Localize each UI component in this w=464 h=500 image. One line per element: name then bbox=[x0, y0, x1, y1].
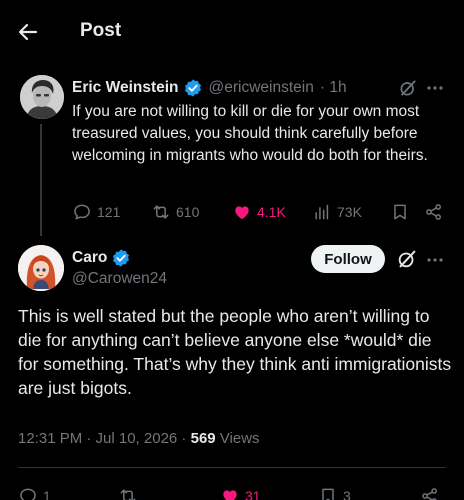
post-meta: 12:31 PM · Jul 10, 2026 · 569 Views bbox=[18, 430, 260, 447]
reply-button[interactable]: 1 bbox=[18, 484, 51, 500]
like-count: 31 bbox=[245, 488, 261, 500]
view-count: 569 bbox=[190, 430, 216, 447]
bookmark-count: 3 bbox=[343, 488, 351, 500]
share-icon bbox=[426, 204, 441, 220]
bookmark-icon bbox=[322, 488, 334, 500]
bookmark-button[interactable] bbox=[390, 200, 415, 224]
repost-icon bbox=[153, 205, 169, 219]
author-handle[interactable]: @ericweinstein bbox=[209, 79, 314, 97]
author-handle[interactable]: @Carowen24 bbox=[72, 270, 167, 288]
repost-button[interactable] bbox=[118, 484, 143, 500]
bookmark-icon bbox=[394, 204, 406, 220]
follow-button[interactable]: Follow bbox=[311, 245, 385, 273]
like-icon bbox=[223, 490, 237, 500]
repost-count: 610 bbox=[176, 204, 200, 220]
views-icon bbox=[315, 204, 329, 220]
share-button[interactable] bbox=[420, 484, 445, 500]
more-icon[interactable] bbox=[425, 78, 445, 98]
more-icon[interactable] bbox=[425, 250, 445, 270]
parent-tweet-actions: 121 610 4.1K 73K bbox=[72, 200, 450, 224]
page-title: Post bbox=[80, 20, 122, 41]
reply-icon bbox=[74, 204, 90, 220]
like-icon bbox=[235, 206, 249, 220]
author-name[interactable]: Caro bbox=[72, 249, 107, 267]
repost-icon bbox=[120, 489, 136, 500]
views-label: Views bbox=[215, 430, 260, 447]
reply-icon bbox=[20, 488, 36, 500]
top-bar: Post bbox=[0, 0, 464, 62]
parent-tweet-header: Eric Weinstein @ericweinstein · 1h bbox=[72, 77, 444, 99]
like-button[interactable]: 31 bbox=[220, 484, 261, 500]
reply-tweet-text: This is well stated but the people who a… bbox=[18, 306, 452, 398]
verified-icon bbox=[111, 248, 131, 268]
reply-count: 1 bbox=[43, 488, 51, 500]
author-name[interactable]: Eric Weinstein bbox=[72, 79, 179, 97]
divider bbox=[18, 467, 446, 468]
reply-author-header: Caro bbox=[72, 248, 131, 268]
parent-tweet-text: If you are not willing to kill or die fo… bbox=[72, 103, 428, 164]
reply-button[interactable]: 121 bbox=[72, 200, 120, 224]
grok-icon[interactable] bbox=[398, 78, 418, 98]
thread-line bbox=[40, 124, 42, 236]
share-icon bbox=[422, 488, 437, 500]
bookmark-button[interactable]: 3 bbox=[318, 484, 351, 500]
back-arrow-icon[interactable] bbox=[16, 20, 40, 44]
like-button[interactable]: 4.1K bbox=[232, 200, 286, 224]
post-time: · 1h bbox=[319, 79, 347, 96]
view-count: 73K bbox=[337, 204, 362, 220]
share-button[interactable] bbox=[424, 200, 449, 224]
like-count: 4.1K bbox=[257, 204, 286, 220]
post-timestamp[interactable]: 12:31 PM · Jul 10, 2026 · bbox=[18, 430, 191, 447]
grok-icon[interactable] bbox=[396, 248, 418, 270]
reply-count: 121 bbox=[97, 204, 121, 220]
reply-tweet-actions: 1 31 3 bbox=[18, 484, 446, 500]
avatar[interactable] bbox=[20, 75, 64, 119]
avatar[interactable] bbox=[18, 245, 64, 291]
verified-icon bbox=[183, 78, 203, 98]
views-button[interactable]: 73K bbox=[312, 200, 362, 224]
repost-button[interactable]: 610 bbox=[151, 200, 199, 224]
